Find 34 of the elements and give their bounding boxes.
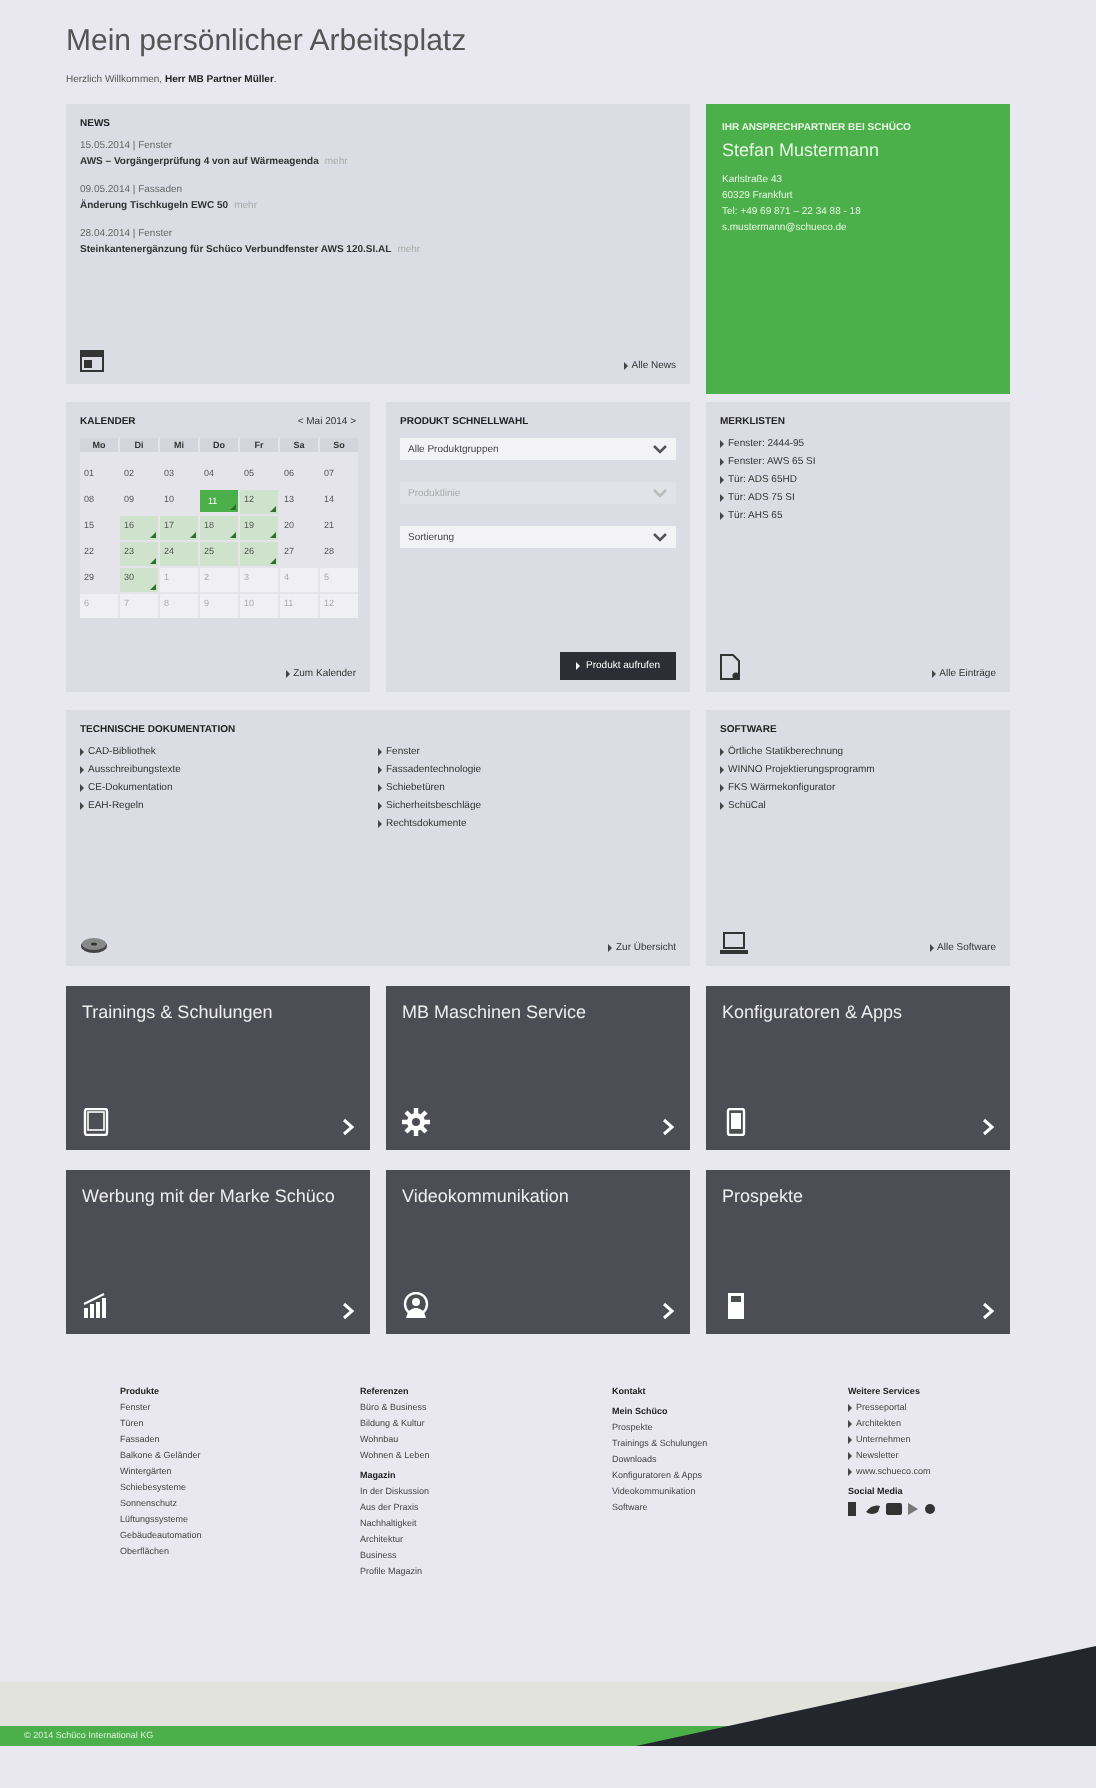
tile-card[interactable]: Videokommunikation xyxy=(386,1170,690,1334)
disc-icon xyxy=(80,936,108,954)
tablet-icon xyxy=(82,1108,110,1136)
tile-card[interactable]: Konfiguratoren & Apps xyxy=(706,986,1010,1150)
tile-card[interactable]: Werbung mit der Marke Schüco xyxy=(66,1170,370,1334)
tile-title: Videokommunikation xyxy=(402,1186,571,1208)
chevron-right-icon xyxy=(982,1118,994,1136)
chevron-down-icon xyxy=(652,488,668,498)
chevron-right-icon xyxy=(662,1302,674,1320)
document-icon xyxy=(720,654,740,680)
tile-title: Prospekte xyxy=(722,1186,806,1208)
tile-card[interactable]: MB Maschinen Service xyxy=(386,986,690,1150)
phone-icon xyxy=(722,1108,750,1136)
bar-chart-icon xyxy=(82,1292,110,1320)
chevron-right-icon xyxy=(342,1302,354,1320)
laptop-icon xyxy=(720,932,748,954)
chevron-right-icon xyxy=(982,1302,994,1320)
tile-title: MB Maschinen Service xyxy=(402,1002,589,1024)
chevron-right-icon xyxy=(662,1118,674,1136)
chevron-right-icon xyxy=(342,1118,354,1136)
webcam-icon xyxy=(402,1292,430,1320)
social-icons-drawing[interactable] xyxy=(848,1502,936,1516)
newspaper-icon xyxy=(80,350,104,372)
chevron-down-icon xyxy=(652,532,668,542)
tile-title: Trainings & Schulungen xyxy=(82,1002,275,1024)
brochure-icon xyxy=(722,1292,750,1320)
tile-title: Konfiguratoren & Apps xyxy=(722,1002,905,1024)
contact-name: Stefan Mustermann xyxy=(722,140,882,160)
settings-icon xyxy=(402,1108,430,1136)
tile-card[interactable]: Trainings & Schulungen xyxy=(66,986,370,1150)
page-title: Mein persönlicher Arbeitsplatz xyxy=(66,24,469,58)
chevron-down-icon xyxy=(652,444,668,454)
tile-title: Werbung mit der Marke Schüco xyxy=(82,1186,337,1208)
tile-card[interactable]: Prospekte xyxy=(706,1170,1010,1334)
